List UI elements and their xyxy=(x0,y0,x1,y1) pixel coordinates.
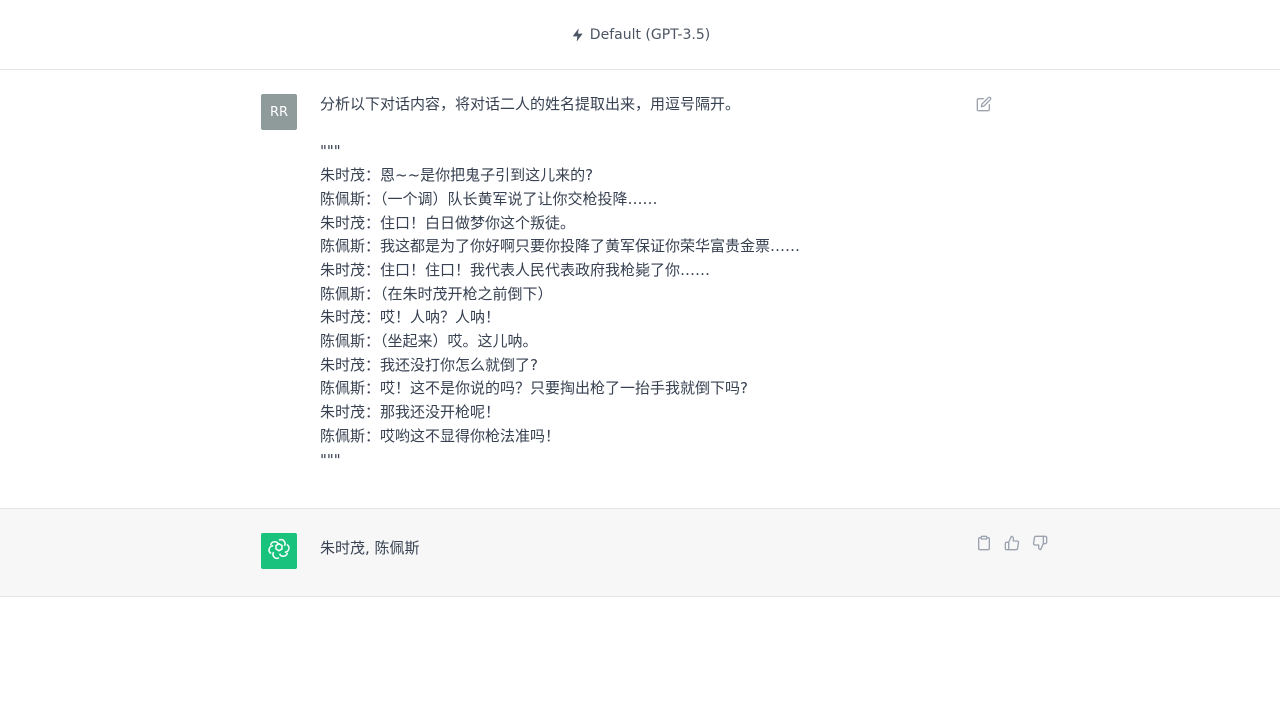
dialogue-line: 陈佩斯：（一个调）队长黄军说了让你交枪投降…… xyxy=(320,189,658,208)
bolt-icon xyxy=(570,27,586,43)
clipboard-icon xyxy=(976,535,992,555)
openai-logo-icon xyxy=(267,537,291,565)
dialogue-line: 朱时茂：住口！住口！我代表人民代表政府我枪毙了你…… xyxy=(320,260,711,279)
dialogue-line: 朱时茂：住口！白日做梦你这个叛徒。 xyxy=(320,213,576,232)
assistant-avatar xyxy=(261,533,297,569)
model-label: Default (GPT-3.5) xyxy=(589,26,711,43)
edit-icon xyxy=(976,96,992,116)
dialogue-line: 朱时茂：哎！人呐？人呐！ xyxy=(320,308,501,327)
thumbs-up-icon xyxy=(1004,535,1020,555)
thumbs-down-button[interactable] xyxy=(1030,535,1050,555)
dialogue-line: 陈佩斯：哎！这不是你说的吗？只要掏出枪了一抬手我就倒下吗? xyxy=(320,379,748,398)
thumbs-up-button[interactable] xyxy=(1002,535,1022,555)
user-avatar: RR xyxy=(261,94,297,130)
user-message-row: RR 分析以下对话内容，将对话二人的姓名提取出来，用逗号隔开。 """ 朱时茂：… xyxy=(0,70,1280,509)
assistant-message-row: 朱时茂, 陈佩斯 xyxy=(0,509,1280,597)
copy-button[interactable] xyxy=(974,535,994,555)
dialogue-line: 朱时茂：我还没打你怎么就倒了? xyxy=(320,355,538,374)
user-avatar-initials: RR xyxy=(269,104,289,120)
dialogue-line: 朱时茂：那我还没开枪呢！ xyxy=(320,403,501,422)
dialogue-line: 陈佩斯：（坐起来）哎。这儿呐。 xyxy=(320,332,538,351)
dialogue-line: """ xyxy=(320,450,341,469)
user-message-text: 分析以下对话内容，将对话二人的姓名提取出来，用逗号隔开。 """ 朱时茂：恩~~… xyxy=(320,93,960,472)
assistant-actions xyxy=(974,535,1050,555)
thumbs-down-icon xyxy=(1032,535,1048,555)
top-bar: Default (GPT-3.5) xyxy=(0,0,1280,70)
dialogue-line: """ xyxy=(320,142,341,161)
dialogue-line: 朱时茂：恩~~是你把鬼子引到这儿来的? xyxy=(320,166,594,185)
dialogue-line: 陈佩斯：（在朱时茂开枪之前倒下） xyxy=(320,284,553,303)
model-selector[interactable]: Default (GPT-3.5) xyxy=(570,27,710,43)
dialogue-line: 陈佩斯：我这都是为了你好啊只要你投降了黄军保证你荣华富贵金票…… xyxy=(320,237,801,256)
assistant-message-text: 朱时茂, 陈佩斯 xyxy=(320,539,420,557)
dialogue-line: 陈佩斯：哎哟这不显得你枪法准吗！ xyxy=(320,426,561,445)
user-prompt: 分析以下对话内容，将对话二人的姓名提取出来，用逗号隔开。 xyxy=(320,95,741,113)
edit-message-button[interactable] xyxy=(974,96,994,116)
